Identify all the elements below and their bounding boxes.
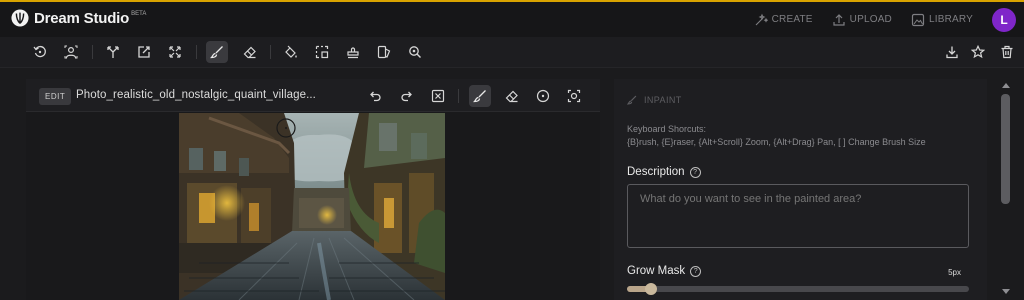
panel-scrollbar[interactable] bbox=[1000, 79, 1012, 300]
inpaint-panel: INPAINT Keyboard Shorcuts: {B}rush, {E}r… bbox=[614, 79, 987, 300]
trash-icon bbox=[1001, 45, 1013, 59]
select-icon bbox=[315, 45, 329, 59]
nav-upload-label: UPLOAD bbox=[849, 14, 892, 25]
focus-icon bbox=[567, 89, 581, 103]
select-button[interactable] bbox=[311, 41, 333, 63]
grow-mask-slider-thumb[interactable] bbox=[645, 283, 657, 295]
grow-mask-slider[interactable] bbox=[627, 283, 969, 295]
library-icon bbox=[911, 13, 925, 26]
shortcuts-text: {B}rush, {E}raser, {Alt+Scroll} Zoom, {A… bbox=[627, 137, 926, 147]
stamp-button[interactable] bbox=[342, 41, 364, 63]
zoom-button[interactable] bbox=[404, 41, 426, 63]
zoom-icon bbox=[409, 46, 421, 58]
top-bar: Dream Studio BETA CREATE UPLOAD LIBRARY … bbox=[0, 2, 1024, 37]
rotate-icon bbox=[33, 45, 46, 58]
inpaint-mode: INPAINT bbox=[627, 95, 682, 105]
toolbar-divider bbox=[92, 45, 93, 59]
expand-button[interactable] bbox=[164, 41, 186, 63]
fill-icon bbox=[285, 45, 297, 58]
image-filename: Photo_realistic_old_nostalgic_quaint_vil… bbox=[76, 89, 316, 101]
branch-icon bbox=[107, 46, 119, 58]
star-icon bbox=[971, 45, 985, 59]
rotate-button[interactable] bbox=[29, 41, 51, 63]
nav-library-label: LIBRARY bbox=[928, 14, 973, 25]
beta-badge: BETA bbox=[131, 10, 147, 17]
redo-icon bbox=[401, 91, 412, 102]
eraser-icon bbox=[505, 90, 518, 103]
delete-button[interactable] bbox=[996, 41, 1018, 63]
description-input[interactable] bbox=[627, 184, 969, 248]
scroll-down-arrow[interactable] bbox=[1002, 289, 1010, 294]
help-icon[interactable]: ? bbox=[690, 265, 702, 277]
edit-badge: EDIT bbox=[39, 88, 72, 105]
nav-create-label: CREATE bbox=[771, 14, 813, 25]
grow-mask-label-text: Grow Mask bbox=[627, 265, 686, 277]
brush-icon bbox=[210, 46, 223, 59]
upload-icon bbox=[833, 13, 845, 26]
download-button[interactable] bbox=[941, 41, 963, 63]
focus-button[interactable] bbox=[563, 85, 585, 107]
editor-brush-button[interactable] bbox=[469, 85, 491, 107]
editor-header: EDIT Photo_realistic_old_nostalgic_quain… bbox=[26, 79, 600, 112]
undo-icon bbox=[370, 91, 381, 102]
person-button[interactable] bbox=[60, 41, 82, 63]
edit-square-icon bbox=[138, 46, 150, 58]
scroll-up-arrow[interactable] bbox=[1002, 83, 1010, 88]
expand-icon bbox=[169, 46, 181, 58]
editor-eraser-button[interactable] bbox=[501, 85, 523, 107]
app-name: Dream Studio bbox=[34, 9, 130, 27]
avatar[interactable]: L bbox=[992, 7, 1016, 32]
inpaint-mode-label: INPAINT bbox=[644, 95, 682, 105]
favorite-button[interactable] bbox=[967, 41, 989, 63]
image-canvas[interactable] bbox=[179, 113, 445, 300]
nav-upload[interactable]: UPLOAD bbox=[832, 13, 892, 27]
grow-mask-value: 5px bbox=[948, 268, 961, 277]
layers-button[interactable] bbox=[373, 41, 395, 63]
toolbar bbox=[0, 37, 1024, 68]
main-nav: CREATE UPLOAD LIBRARY L bbox=[754, 2, 1024, 37]
scroll-thumb[interactable] bbox=[1001, 94, 1010, 204]
village-street-image bbox=[179, 113, 445, 300]
eraser-button[interactable] bbox=[239, 41, 261, 63]
help-icon[interactable]: ? bbox=[689, 166, 701, 178]
header-divider bbox=[458, 89, 459, 103]
brush-size-button[interactable] bbox=[532, 85, 554, 107]
nav-create[interactable]: CREATE bbox=[754, 13, 813, 27]
logo[interactable]: Dream Studio BETA bbox=[11, 9, 146, 27]
shortcuts-title: Keyboard Shorcuts: bbox=[627, 124, 707, 134]
brush-icon bbox=[627, 95, 637, 105]
brush-button[interactable] bbox=[206, 41, 228, 63]
undo-button[interactable] bbox=[364, 85, 386, 107]
branch-button[interactable] bbox=[102, 41, 124, 63]
wand-icon bbox=[755, 13, 768, 25]
download-icon bbox=[946, 46, 958, 59]
workspace: EDIT Photo_realistic_old_nostalgic_quain… bbox=[0, 68, 1024, 300]
eraser-icon bbox=[243, 46, 256, 59]
stamp-icon bbox=[347, 47, 359, 59]
circle-dot-icon bbox=[536, 89, 550, 103]
close-square-icon bbox=[431, 89, 445, 103]
nav-library[interactable]: LIBRARY bbox=[911, 13, 973, 27]
image-editor: EDIT Photo_realistic_old_nostalgic_quain… bbox=[26, 79, 600, 300]
redo-button[interactable] bbox=[396, 85, 418, 107]
dreamstudio-logo-icon bbox=[11, 9, 29, 27]
layers-icon bbox=[377, 45, 391, 59]
toolbar-divider bbox=[270, 45, 271, 59]
brush-icon bbox=[473, 90, 486, 103]
fill-button[interactable] bbox=[280, 41, 302, 63]
clear-mask-button[interactable] bbox=[427, 85, 449, 107]
edit-square-button[interactable] bbox=[133, 41, 155, 63]
description-label-text: Description bbox=[627, 166, 685, 178]
person-icon bbox=[64, 45, 78, 59]
description-label: Description ? bbox=[627, 166, 701, 178]
grow-mask-label: Grow Mask ? bbox=[627, 265, 702, 277]
toolbar-divider bbox=[196, 45, 197, 59]
